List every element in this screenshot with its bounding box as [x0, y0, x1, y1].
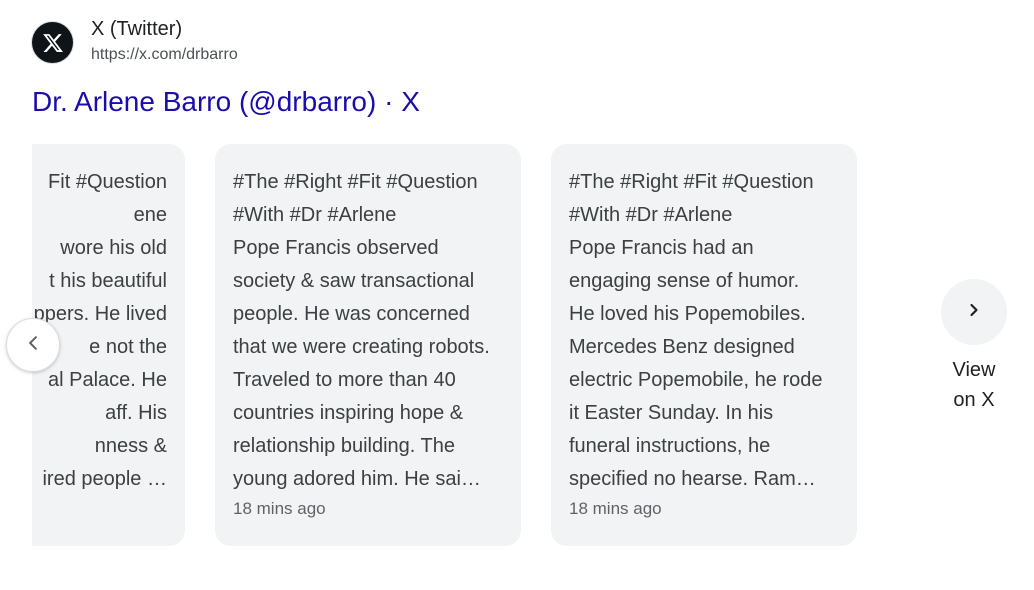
post-card[interactable]: #The #Right #Fit #Question #With #Dr #Ar…	[551, 144, 857, 546]
carousel-prev-button[interactable]	[6, 318, 60, 372]
chevron-right-icon	[964, 300, 984, 325]
x-logo-icon	[32, 22, 73, 63]
result-title-link[interactable]: Dr. Arlene Barro (@drbarro) · X	[32, 84, 420, 120]
chevron-left-icon	[23, 333, 43, 358]
post-text: #The #Right #Fit #Question #With #Dr #Ar…	[569, 171, 823, 490]
post-text: #The #Right #Fit #Question #With #Dr #Ar…	[233, 171, 490, 490]
post-timestamp: 18 mins ago	[233, 499, 326, 518]
source-name: X (Twitter)	[91, 18, 183, 40]
source-url[interactable]: https://x.com/drbarro	[91, 45, 238, 65]
view-on-x-link[interactable]: View on X	[933, 355, 1015, 415]
carousel-next-button[interactable]	[941, 279, 1007, 345]
post-card[interactable]: #The #Right #Fit #Question #With #Dr #Ar…	[215, 144, 521, 546]
post-carousel: Fit #Question ene wore his old t his bea…	[32, 143, 892, 548]
post-timestamp: 18 mins ago	[569, 499, 662, 518]
